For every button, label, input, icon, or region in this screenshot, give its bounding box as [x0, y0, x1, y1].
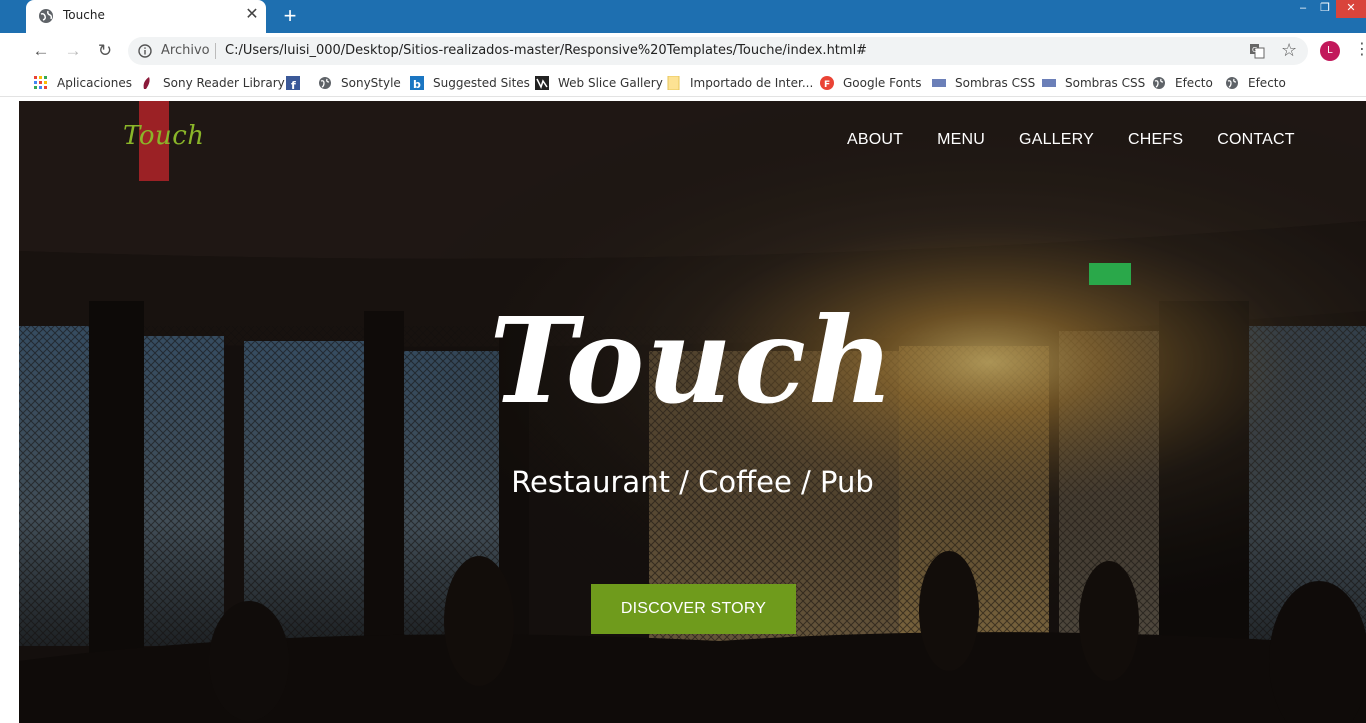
svg-text:F: F: [824, 80, 830, 90]
close-icon[interactable]: ✕: [242, 5, 262, 25]
translate-icon[interactable]: G: [1249, 43, 1265, 59]
svg-text:f: f: [291, 79, 296, 90]
bookmark-sombras-css-2[interactable]: Sombras CSS: [1042, 75, 1145, 91]
site-nav: ABOUT MENU GALLERY CHEFS CONTACT: [847, 131, 1329, 149]
minimize-icon[interactable]: –: [1292, 0, 1314, 18]
restore-icon[interactable]: ❐: [1314, 0, 1336, 18]
bookmark-label: Sombras CSS: [955, 76, 1036, 90]
address-bar[interactable]: Archivo C:/Users/luisi_000/Desktop/Sitio…: [128, 37, 1308, 65]
browser-tab[interactable]: Touche ✕: [26, 0, 266, 33]
sony-reader-icon: [143, 77, 150, 89]
bookmark-label: Sony Reader Library: [163, 76, 285, 90]
bookmark-label: Aplicaciones: [57, 76, 132, 90]
bookmark-label: Efecto: [1248, 76, 1286, 90]
bookmarks-bar: Aplicaciones Sony Reader Library f SonyS…: [0, 69, 1366, 97]
bookmark-efecto-1[interactable]: Efecto: [1152, 75, 1213, 91]
bookmark-efecto-2[interactable]: Efecto: [1225, 75, 1286, 91]
web-slice-icon: [535, 76, 549, 90]
kebab-menu-icon[interactable]: ⋮: [1354, 41, 1366, 59]
nav-menu[interactable]: MENU: [937, 131, 985, 149]
globe-icon: [1153, 77, 1165, 89]
bing-icon: b: [410, 76, 424, 90]
bookmark-imported[interactable]: Importado de Inter...: [667, 75, 813, 91]
reload-icon[interactable]: ↻: [94, 40, 116, 62]
bookmark-suggested-sites[interactable]: b Suggested Sites: [410, 75, 530, 91]
hero-title: Touch: [489, 291, 896, 430]
tab-title: Touche: [63, 8, 105, 22]
bookmark-label: Google Fonts: [843, 76, 922, 90]
bookmark-label: Suggested Sites: [433, 76, 530, 90]
nav-about[interactable]: ABOUT: [847, 131, 903, 149]
bookmark-google-fonts[interactable]: F Google Fonts: [820, 75, 922, 91]
globe-icon: [319, 77, 331, 89]
bookmark-label: Efecto: [1175, 76, 1213, 90]
web-page: Touch ABOUT MENU GALLERY CHEFS CONTACT T…: [19, 101, 1366, 723]
bookmark-page-icon: [1042, 79, 1056, 87]
discover-story-button[interactable]: DISCOVER STORY: [591, 584, 796, 634]
window-close-icon[interactable]: ✕: [1336, 0, 1366, 18]
facebook-icon: f: [286, 76, 300, 90]
bookmark-label: Importado de Inter...: [690, 76, 814, 90]
bookmark-apps[interactable]: Aplicaciones: [34, 75, 132, 91]
bookmark-label: SonyStyle: [341, 76, 401, 90]
bookmark-sonystyle[interactable]: SonyStyle: [318, 75, 401, 91]
nav-contact[interactable]: CONTACT: [1217, 131, 1295, 149]
bookmark-sombras-css-1[interactable]: Sombras CSS: [932, 75, 1035, 91]
bookmark-label: Web Slice Gallery: [558, 76, 663, 90]
url-text[interactable]: C:/Users/luisi_000/Desktop/Sitios-realiz…: [225, 43, 867, 58]
svg-text:G: G: [1252, 46, 1257, 54]
site-logo[interactable]: Touch: [123, 121, 205, 151]
divider: [215, 43, 216, 59]
bookmark-facebook[interactable]: f: [286, 75, 309, 91]
hero-subtitle: Restaurant / Coffee / Pub: [511, 465, 874, 499]
scheme-label: Archivo: [161, 43, 210, 58]
bookmark-label: Sombras CSS: [1065, 76, 1146, 90]
nav-chefs[interactable]: CHEFS: [1128, 131, 1183, 149]
globe-icon: [39, 9, 53, 23]
star-icon[interactable]: ☆: [1281, 40, 1297, 61]
nav-gallery[interactable]: GALLERY: [1019, 131, 1094, 149]
bookmark-web-slice[interactable]: Web Slice Gallery: [535, 75, 663, 91]
bookmark-sony-reader[interactable]: Sony Reader Library: [140, 75, 285, 91]
forward-arrow-icon[interactable]: →: [62, 40, 84, 62]
svg-text:b: b: [413, 78, 421, 90]
new-tab-button[interactable]: +: [278, 4, 302, 28]
globe-icon: [1226, 77, 1238, 89]
google-fonts-icon: F: [820, 76, 834, 90]
browser-titlebar: Touche ✕ + – ❐ ✕: [0, 0, 1366, 33]
apps-grid-icon: [34, 76, 47, 89]
folder-icon: [667, 76, 680, 90]
avatar[interactable]: L: [1320, 41, 1340, 61]
bookmark-page-icon: [932, 79, 946, 87]
browser-toolbar: ← → ↻ Archivo C:/Users/luisi_000/Desktop…: [0, 33, 1366, 69]
window-controls: – ❐ ✕: [1292, 0, 1366, 18]
back-arrow-icon[interactable]: ←: [30, 40, 52, 62]
info-icon[interactable]: [138, 44, 152, 58]
